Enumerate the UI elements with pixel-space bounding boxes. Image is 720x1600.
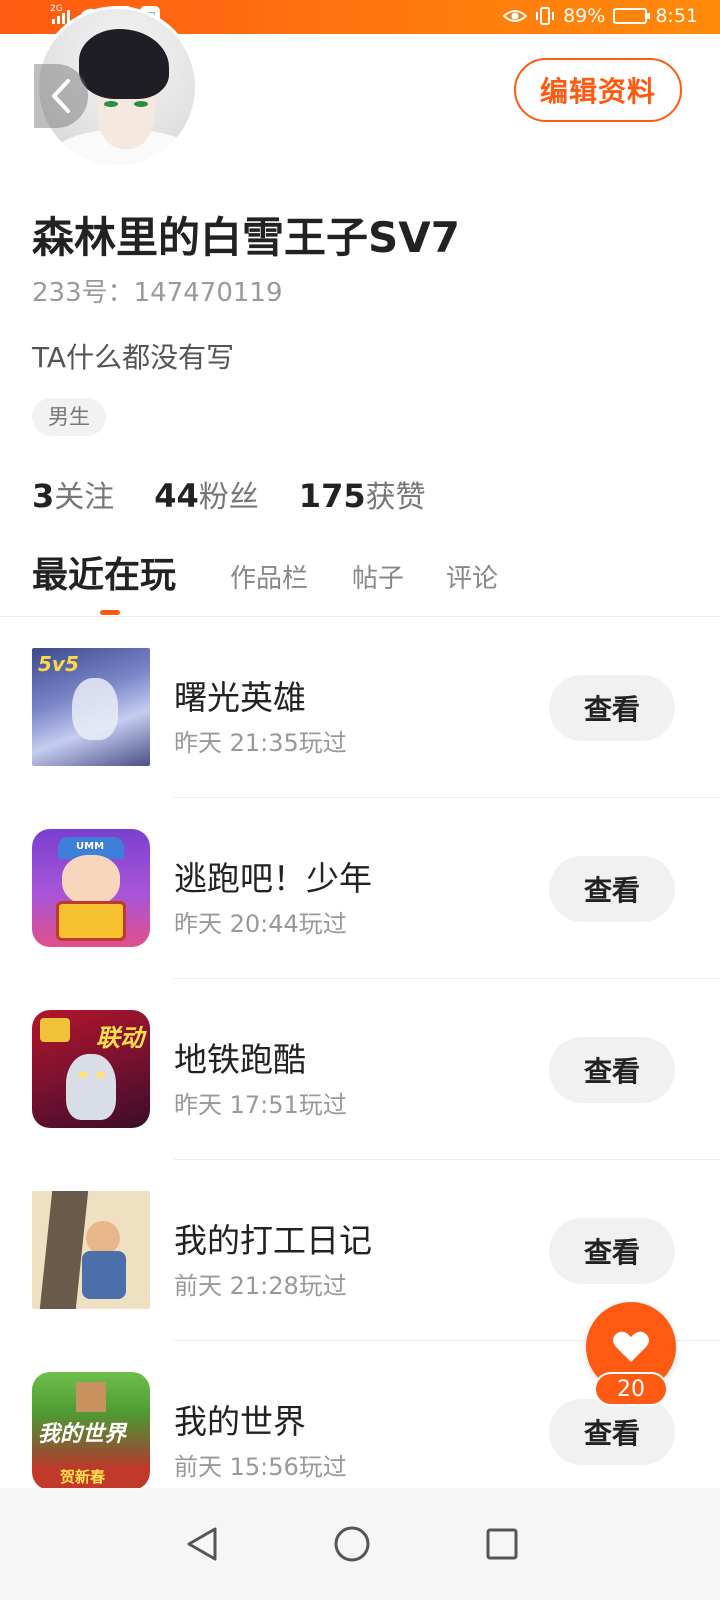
tab-posts[interactable]: 帖子 [352, 558, 404, 595]
game-played-time: 昨天 17:51玩过 [174, 1091, 347, 1119]
user-id: 233号：147470119 [32, 278, 283, 308]
list-item[interactable]: UMM 逃跑吧！少年 昨天 20:44玩过 查看 [0, 798, 720, 979]
stat-followers[interactable]: 44粉丝 [154, 472, 259, 516]
tab-recently-played[interactable]: 最近在玩 [32, 546, 176, 598]
game-name: 曙光英雄 [174, 678, 306, 717]
stat-value: 175 [298, 477, 366, 515]
game-icon-shuguang[interactable]: 5v5 [32, 648, 150, 766]
view-button[interactable]: 查看 [549, 675, 675, 741]
game-icon-text: 5v5 [38, 652, 79, 676]
status-right: 89% 8:51 [503, 5, 698, 27]
game-played-time: 前天 15:56玩过 [174, 1453, 347, 1481]
username: 森林里的白雪王子SV7 [32, 213, 460, 262]
stat-label: 关注 [54, 480, 115, 515]
game-icon-text: 我的世界 [38, 1422, 127, 1447]
game-icon-subtext: 贺新春 [60, 1468, 106, 1486]
game-name: 我的打工日记 [174, 1221, 372, 1260]
stat-following[interactable]: 3关注 [32, 472, 114, 516]
list-item[interactable]: 联动 地铁跑酷 昨天 17:51玩过 查看 [0, 979, 720, 1160]
view-button[interactable]: 查看 [549, 1218, 675, 1284]
game-icon-subway[interactable]: 联动 [32, 1010, 150, 1128]
stat-label: 粉丝 [198, 480, 259, 515]
stat-likes[interactable]: 175获赞 [299, 472, 426, 516]
heart-icon [613, 1331, 649, 1362]
game-name: 地铁跑酷 [174, 1040, 306, 1079]
game-icon-text: UMM [76, 841, 105, 852]
eye-icon [503, 10, 528, 22]
nav-recents-icon[interactable] [482, 1524, 522, 1564]
game-name: 逃跑吧！少年 [174, 859, 372, 898]
battery-icon [613, 8, 651, 24]
back-arrow-icon [52, 79, 70, 113]
game-played-time: 昨天 20:44玩过 [174, 910, 347, 938]
like-count-badge: 20 [594, 1372, 668, 1406]
active-tab-indicator [100, 610, 120, 615]
stats-row: 3关注 44粉丝 175获赞 [32, 472, 426, 516]
game-played-time: 前天 21:28玩过 [174, 1272, 347, 1300]
edit-profile-button[interactable]: 编辑资料 [514, 58, 682, 122]
game-icon-minecraft[interactable]: 我的世界 贺新春 [32, 1372, 150, 1490]
profile-tabs: 最近在玩 作品栏 帖子 评论 [32, 552, 692, 612]
avatar-eye [134, 101, 148, 107]
stat-label: 获赞 [365, 480, 426, 515]
avatar-hair [79, 29, 169, 99]
bio: TA什么都没有写 [32, 341, 235, 374]
system-nav-bar [0, 1488, 720, 1600]
view-button[interactable]: 查看 [549, 856, 675, 922]
game-icon-work-diary[interactable] [32, 1191, 150, 1309]
nav-home-icon[interactable] [332, 1524, 372, 1564]
view-button[interactable]: 查看 [549, 1037, 675, 1103]
game-icon-taopao[interactable]: UMM [32, 829, 150, 947]
gender-tag: 男生 [32, 398, 106, 436]
game-name: 我的世界 [174, 1402, 306, 1441]
battery-percent: 89% [563, 5, 606, 27]
nav-back-icon[interactable] [182, 1524, 222, 1564]
clock: 8:51 [655, 5, 698, 27]
list-item[interactable]: 5v5 曙光英雄 昨天 21:35玩过 查看 [0, 617, 720, 798]
tab-comments[interactable]: 评论 [446, 558, 498, 595]
network-type: 2G [50, 4, 63, 14]
stat-value: 3 [32, 477, 55, 515]
game-icon-text: 联动 [96, 1024, 144, 1052]
vibrate-icon [536, 7, 555, 25]
game-played-time: 昨天 21:35玩过 [174, 729, 347, 757]
tab-works[interactable]: 作品栏 [230, 558, 308, 595]
stat-value: 44 [154, 477, 199, 515]
avatar-eye [104, 101, 118, 107]
view-button[interactable]: 查看 [549, 1399, 675, 1465]
